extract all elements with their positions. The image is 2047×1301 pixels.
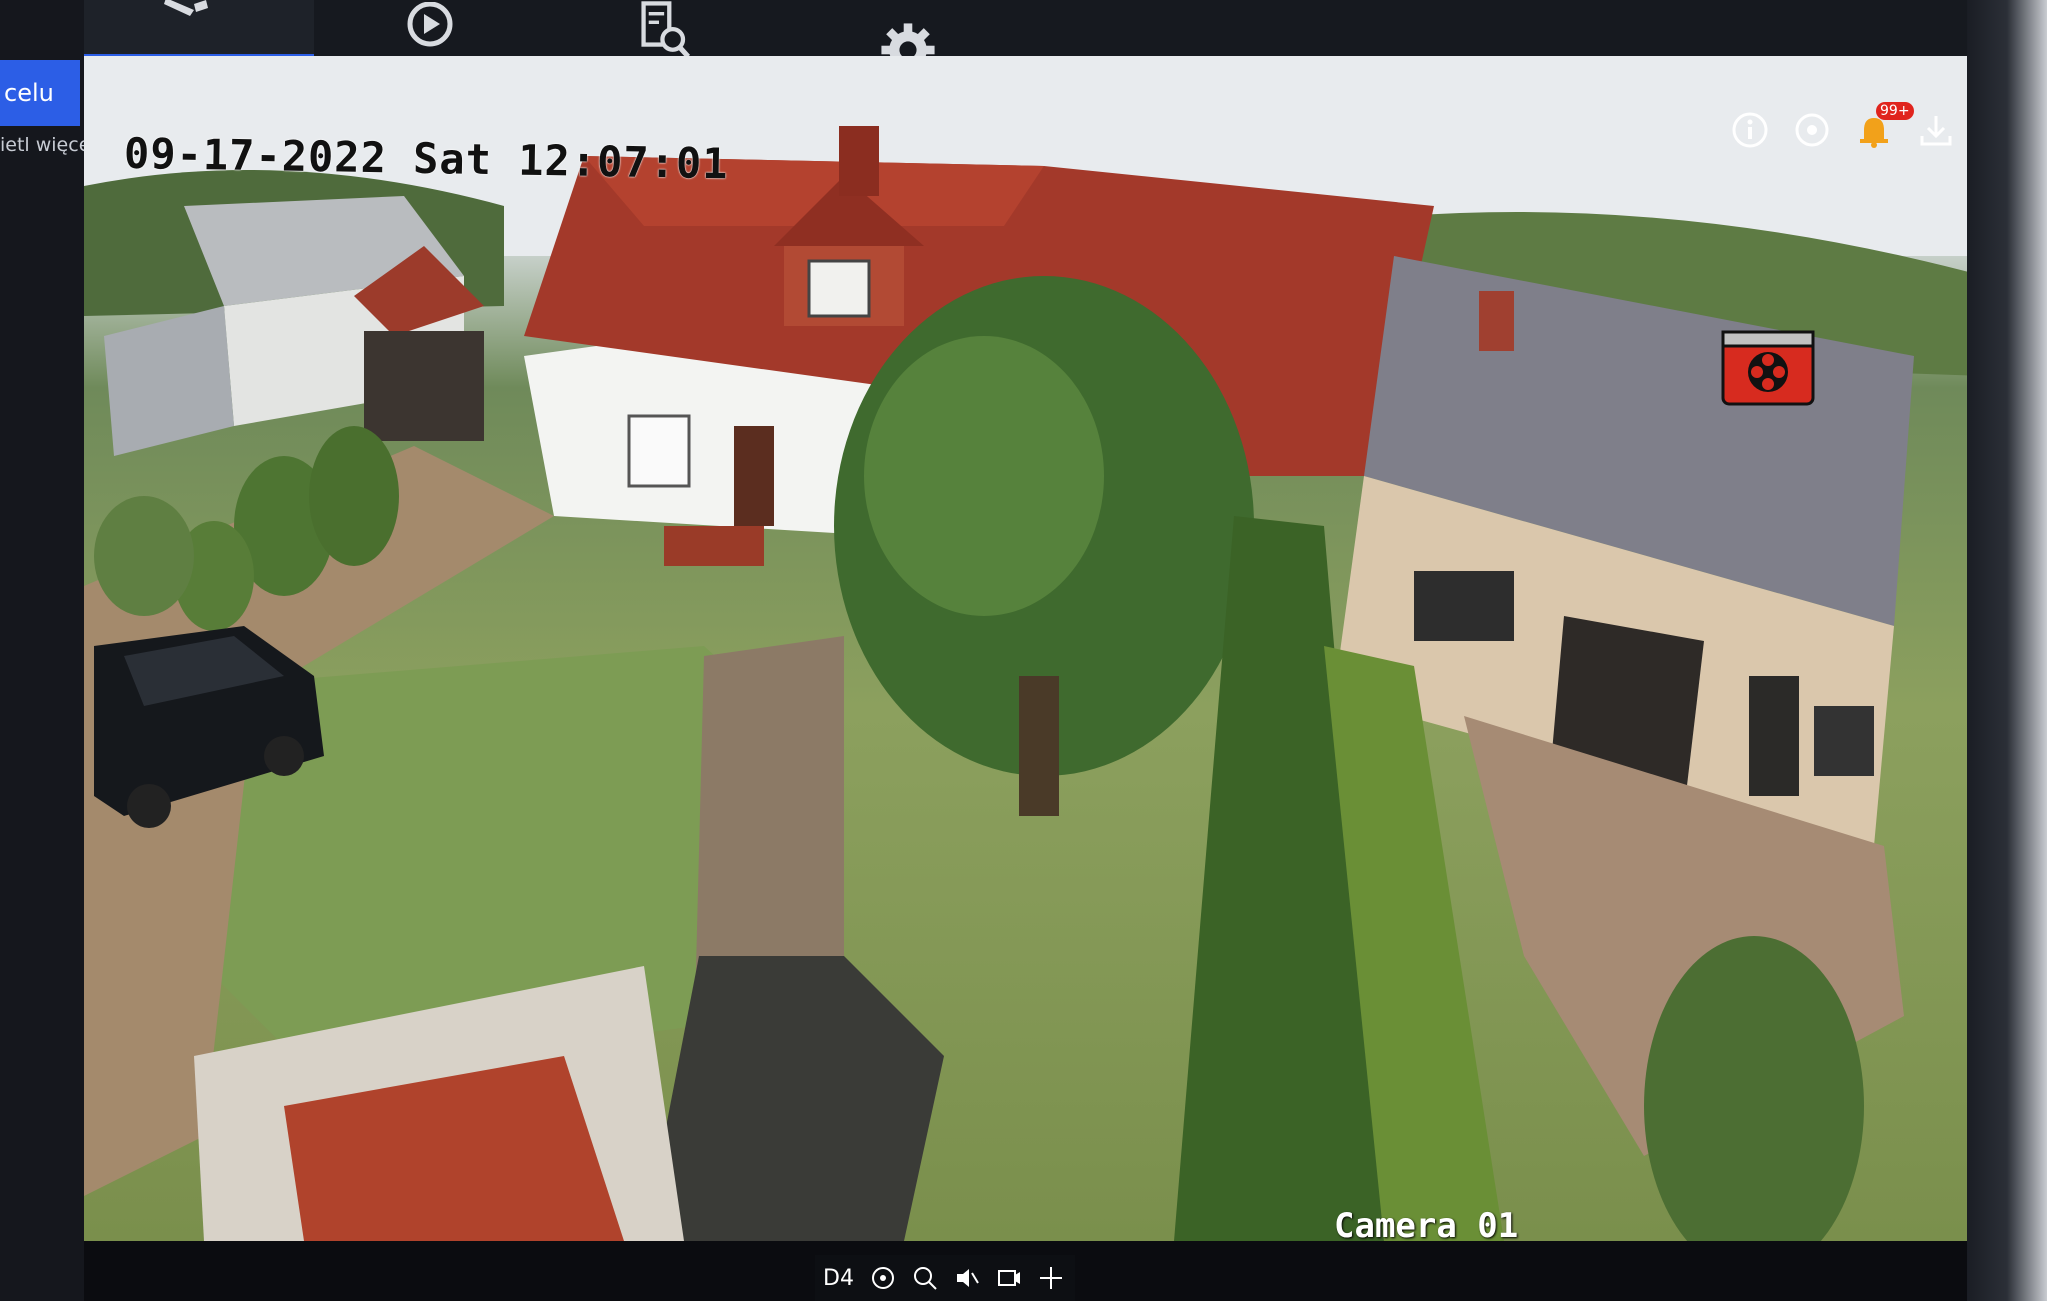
alarm-bell-icon[interactable]: 99+ [1854,102,1914,150]
info-icon[interactable] [1730,110,1770,150]
ptz-icon[interactable] [1038,1265,1064,1291]
tab-search[interactable] [630,0,700,60]
search-file-icon [641,1,691,59]
record-status-icon[interactable] [1792,110,1832,150]
tab-playback[interactable] [395,1,465,62]
osd-camera-name: Camera 01 [1334,1206,1519,1241]
zoom-icon[interactable] [912,1265,938,1291]
camera-live-view[interactable]: 09-17-2022 Sat 12:07:01 Camera 01 [84,56,2014,1241]
camera-toolbar: D4 [815,1255,1075,1301]
snapshot-icon[interactable] [870,1265,896,1291]
playback-icon [407,1,453,47]
recording-indicator-icon [1719,328,1817,408]
mute-icon[interactable] [954,1265,980,1291]
channel-label: D4 [823,1265,854,1291]
tab-live-view[interactable] [84,0,314,62]
left-sidebar: celu ietl więcej [0,0,84,1301]
alarm-count-badge: 99+ [1876,102,1914,120]
top-toolbar [84,0,1984,56]
camera-feed-image [84,56,2014,1241]
download-icon[interactable] [1916,110,1956,150]
sidebar-button[interactable]: celu [0,60,80,126]
monitor-bezel-right [1967,0,2047,1301]
record-clip-icon[interactable] [996,1265,1022,1291]
live-view-icon [154,0,224,50]
sidebar-link-more[interactable]: ietl więcej [0,130,84,160]
